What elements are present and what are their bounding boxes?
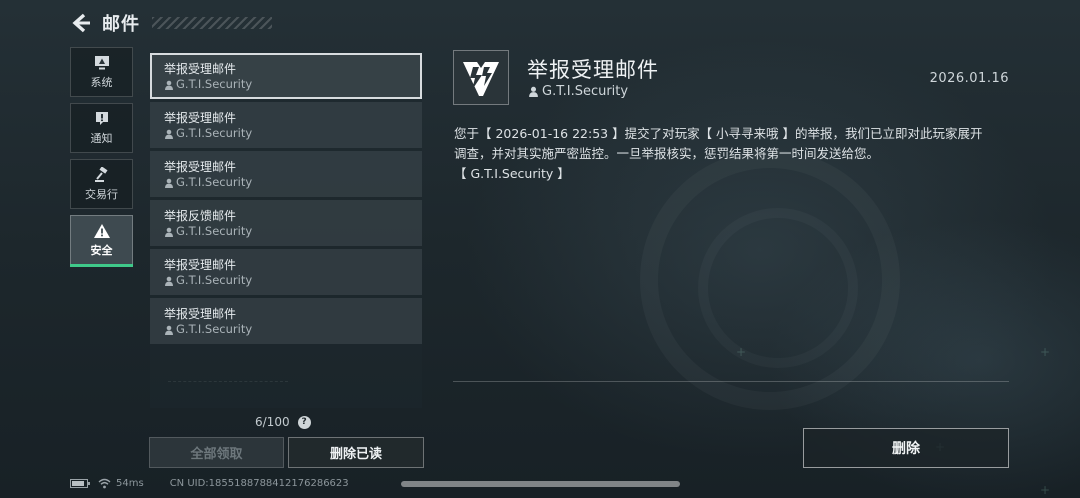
warning-icon: [93, 223, 110, 238]
background-plus-mark: +: [736, 345, 747, 359]
back-arrow-icon[interactable]: [70, 12, 92, 34]
mail-detail-title: 举报受理邮件: [527, 58, 659, 82]
tab-label: 交易行: [85, 187, 118, 201]
mail-sender: G.T.I.Security: [164, 175, 408, 190]
user-uid: CN UID:1855188788412176286623: [169, 477, 349, 489]
mail-sender: G.T.I.Security: [164, 322, 408, 337]
mail-count: 6/100 ?: [255, 415, 311, 429]
battery-icon: [70, 478, 90, 488]
bottom-scroll-indicator[interactable]: [401, 481, 680, 487]
person-icon: [165, 129, 173, 139]
mail-title: 举报受理邮件: [164, 307, 237, 321]
mail-list-item[interactable]: 举报反馈邮件 G.T.I.Security: [150, 200, 422, 246]
exclamation-icon: [95, 111, 108, 125]
mail-list-item[interactable]: 举报受理邮件 G.T.I.Security: [150, 53, 422, 99]
mail-sender-name: G.T.I.Security: [176, 224, 253, 238]
mail-detail-sender: G.T.I.Security: [528, 84, 628, 99]
mail-list-item[interactable]: 举报受理邮件 G.T.I.Security: [150, 298, 422, 344]
detail-divider: [453, 381, 1009, 382]
mail-sender: G.T.I.Security: [164, 77, 408, 92]
header: 邮件: [70, 10, 272, 36]
mail-title: 举报受理邮件: [164, 111, 237, 125]
title-stripes: [152, 17, 272, 29]
wifi-icon: [98, 478, 111, 488]
mail-list-item[interactable]: 举报受理邮件 G.T.I.Security: [150, 249, 422, 295]
page-title: 邮件: [102, 14, 140, 35]
mail-sender: G.T.I.Security: [164, 126, 408, 141]
person-icon: [165, 325, 173, 335]
tab-trading[interactable]: 交易行: [70, 159, 133, 209]
mail-title: 举报受理邮件: [164, 62, 237, 76]
mail-detail-sender-name: G.T.I.Security: [542, 84, 629, 99]
mail-body-line: 您于【 2026-01-16 22:53 】提交了对玩家【 小寻寻来哦 】的举报…: [454, 126, 983, 141]
mail-detail-body: 您于【 2026-01-16 22:53 】提交了对玩家【 小寻寻来哦 】的举报…: [454, 124, 1014, 184]
mail-title: 举报受理邮件: [164, 160, 237, 174]
background-plus-mark: +: [1040, 483, 1051, 497]
help-icon[interactable]: ?: [297, 415, 311, 429]
person-icon: [165, 80, 173, 90]
list-decoration: [168, 381, 288, 395]
person-icon: [165, 276, 173, 286]
mail-list-item[interactable]: 举报受理邮件 G.T.I.Security: [150, 102, 422, 148]
gti-logo-icon: [453, 50, 509, 105]
person-icon: [529, 86, 538, 97]
mail-body-line: 【 G.T.I.Security 】: [454, 166, 570, 181]
mail-body-line: 调查，并对其实施严密监控。一旦举报核实，惩罚结果将第一时间发送给您。: [454, 146, 880, 161]
mail-list-item[interactable]: 举报受理邮件 G.T.I.Security: [150, 151, 422, 197]
gavel-icon: [94, 166, 108, 182]
person-icon: [165, 178, 173, 188]
tab-label: 通知: [90, 131, 113, 145]
background-plus-mark: +: [1040, 345, 1051, 359]
mail-sender: G.T.I.Security: [164, 224, 408, 239]
background-emblem: [640, 150, 900, 410]
status-bar: 54ms CN UID:1855188788412176286623: [70, 476, 349, 490]
tab-notice[interactable]: 通知: [70, 103, 133, 153]
mail-sender-name: G.T.I.Security: [176, 175, 253, 189]
monitor-icon: [94, 55, 109, 69]
mail-list: 举报受理邮件 G.T.I.Security 举报受理邮件 G.T.I.Secur…: [150, 53, 422, 408]
mail-sender: G.T.I.Security: [164, 273, 408, 288]
mail-title: 举报反馈邮件: [164, 209, 237, 223]
mail-sender-name: G.T.I.Security: [176, 273, 253, 287]
mail-title: 举报受理邮件: [164, 258, 237, 272]
mail-sender-name: G.T.I.Security: [176, 126, 253, 140]
tab-label: 系统: [90, 75, 113, 89]
person-icon: [165, 227, 173, 237]
delete-read-button[interactable]: 删除已读: [288, 437, 424, 468]
tab-label: 安全: [90, 243, 113, 257]
gti-logo-graphic: [463, 61, 499, 96]
mail-sender-name: G.T.I.Security: [176, 322, 253, 336]
mail-sender-name: G.T.I.Security: [176, 77, 253, 91]
delete-button[interactable]: 删除: [803, 428, 1009, 468]
mail-count-value: 6/100: [255, 415, 290, 429]
claim-all-button[interactable]: 全部领取: [149, 437, 284, 468]
ping-value: 54ms: [116, 477, 144, 489]
mail-detail-date: 2026.01.16: [929, 71, 1009, 86]
tab-system[interactable]: 系统: [70, 47, 133, 97]
tab-security[interactable]: 安全: [70, 215, 133, 267]
